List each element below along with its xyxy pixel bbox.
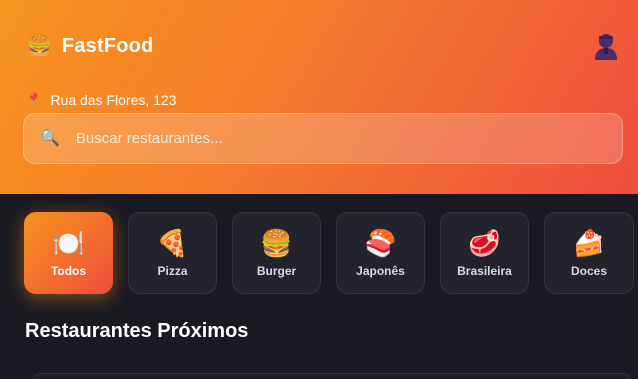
meat-icon: 🥩: [468, 228, 501, 258]
app-name: FastFood: [61, 34, 154, 57]
category-burger[interactable]: 🍔 Burger: [232, 212, 321, 294]
location-text: Rua das Flores, 123: [50, 92, 177, 108]
app-header: 🍔 FastFood 📍 Rua das Flores, 123 🔍: [0, 0, 638, 194]
category-pizza[interactable]: 🍕 Pizza: [128, 212, 217, 294]
category-label: Todos: [50, 264, 87, 278]
category-label: Pizza: [157, 264, 188, 278]
category-japones[interactable]: 🍣 Japonês: [336, 212, 425, 294]
search-bar[interactable]: 🔍: [23, 113, 623, 164]
user-avatar-icon[interactable]: [594, 32, 618, 60]
category-todos[interactable]: 🍽️ Todos: [24, 212, 113, 294]
plate-icon: 🍽️: [52, 228, 85, 258]
burger-icon: 🍔: [27, 35, 52, 57]
category-list: 🍽️ Todos 🍕 Pizza 🍔 Burger 🍣 Japonês 🥩 Br…: [24, 212, 634, 294]
category-label: Japonês: [356, 264, 405, 278]
logo[interactable]: 🍔 FastFood: [27, 34, 154, 58]
sushi-icon: 🍣: [364, 228, 397, 258]
section-title: Restaurantes Próximos: [25, 320, 249, 342]
cake-icon: 🍰: [572, 228, 606, 258]
category-label: Burger: [256, 264, 297, 278]
burger-icon: 🍔: [260, 228, 293, 258]
restaurant-card[interactable]: [32, 373, 632, 379]
delivery-location[interactable]: 📍 Rua das Flores, 123: [25, 92, 177, 108]
search-icon: 🔍: [40, 129, 60, 147]
category-label: Brasileira: [457, 264, 512, 278]
search-input[interactable]: [75, 130, 596, 147]
category-doces[interactable]: 🍰 Doces: [544, 212, 634, 294]
category-label: Doces: [570, 264, 608, 278]
location-pin-icon: 📍: [25, 92, 43, 108]
category-brasileira[interactable]: 🥩 Brasileira: [440, 212, 529, 294]
pizza-icon: 🍕: [156, 228, 189, 258]
